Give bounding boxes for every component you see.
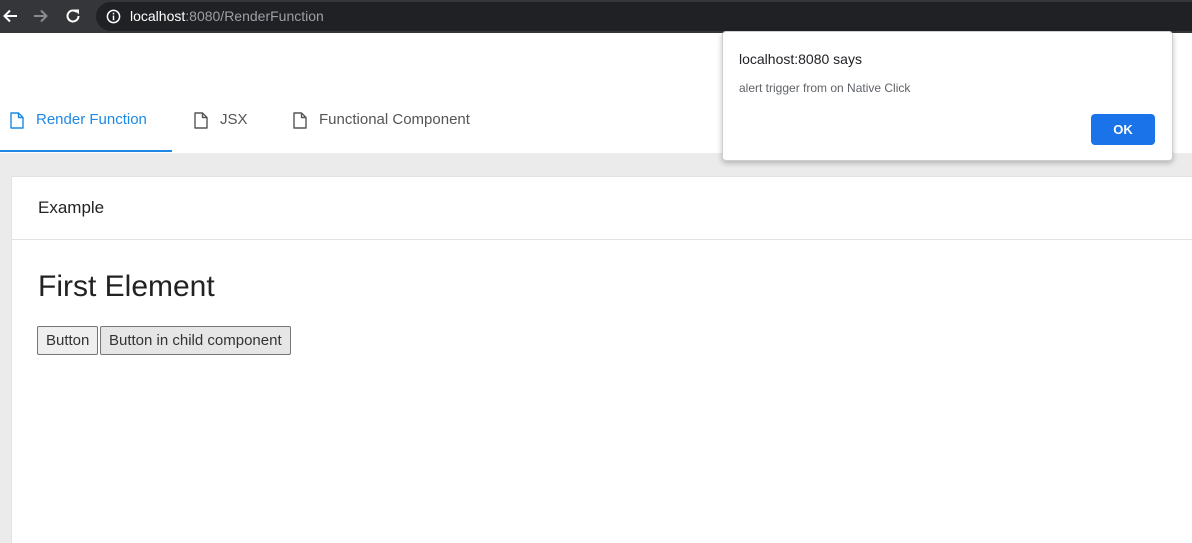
tab-label: Render Function — [36, 111, 147, 128]
back-button[interactable] — [0, 6, 20, 26]
file-icon — [293, 112, 307, 129]
tab-jsx[interactable]: JSX — [194, 111, 248, 151]
info-icon[interactable] — [106, 9, 121, 24]
alert-dialog: localhost:8080 says alert trigger from o… — [722, 31, 1173, 161]
file-icon — [194, 112, 208, 129]
forward-arrow-icon — [34, 9, 48, 23]
card-header: Example — [12, 177, 1192, 240]
url-text[interactable]: localhost:8080/RenderFunction — [130, 8, 324, 25]
active-tab-indicator — [0, 150, 172, 152]
dialog-message: alert trigger from on Native Click — [739, 81, 911, 95]
url-host: localhost — [130, 8, 186, 24]
tab-render-function[interactable]: Render Function — [10, 111, 147, 151]
button[interactable]: Button — [37, 326, 99, 355]
ok-button[interactable]: OK — [1091, 114, 1155, 145]
tab-functional-component[interactable]: Functional Component — [293, 111, 470, 151]
tab-label: JSX — [220, 111, 248, 128]
example-card: Example First Element Button Button in c… — [11, 176, 1192, 543]
back-arrow-icon — [3, 9, 17, 23]
card-title: Example — [38, 198, 105, 217]
url-path: :8080/RenderFunction — [185, 8, 324, 24]
browser-toolbar: localhost:8080/RenderFunction — [0, 0, 1192, 33]
reload-button[interactable] — [63, 6, 83, 26]
forward-button[interactable] — [31, 6, 51, 26]
address-bar[interactable]: localhost:8080/RenderFunction — [96, 2, 1192, 31]
dialog-title: localhost:8080 says — [739, 51, 862, 67]
reload-icon — [66, 9, 80, 23]
first-element-heading: First Element — [38, 270, 215, 303]
file-icon — [10, 112, 24, 129]
tab-label: Functional Component — [319, 111, 470, 128]
child-component-button[interactable]: Button in child component — [100, 326, 291, 355]
